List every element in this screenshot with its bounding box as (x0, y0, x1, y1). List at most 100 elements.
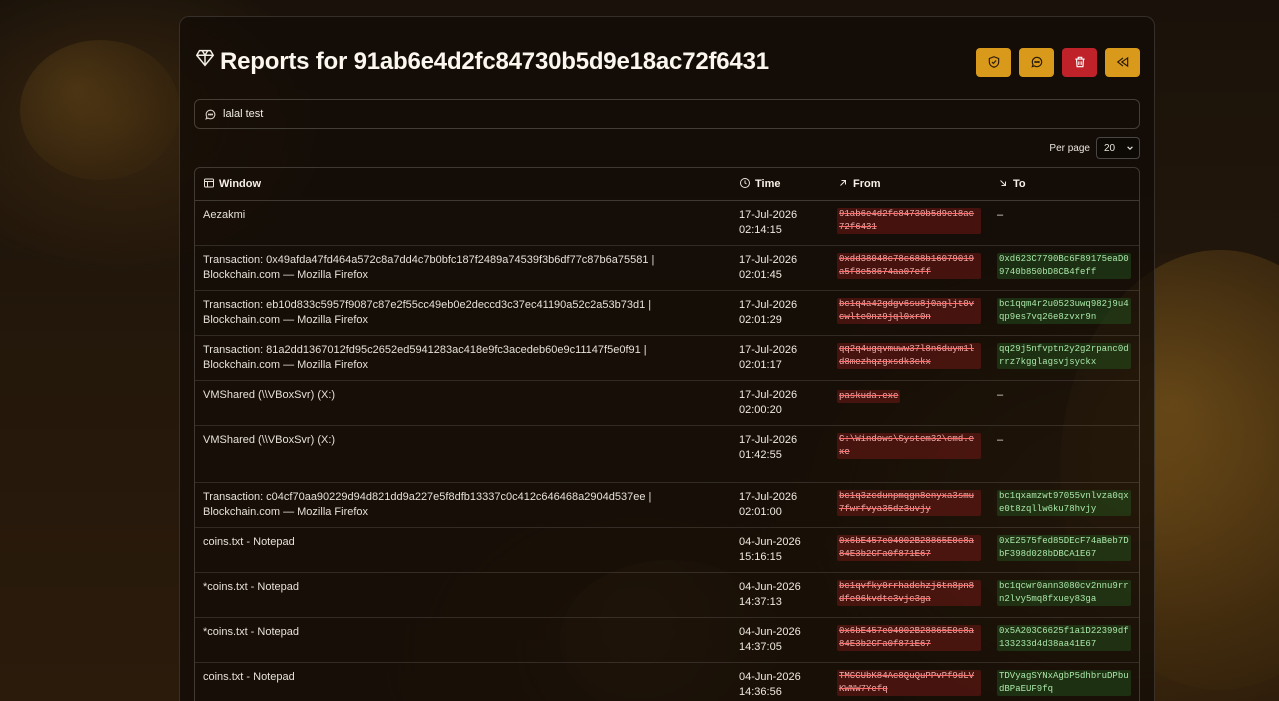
table-row[interactable]: *coins.txt - Notepad 04-Jun-2026 14:37:05… (195, 617, 1139, 663)
to-cell: 0xd623C7790Bc6F89175eaD09740b850bD8CB4fe… (989, 245, 1139, 291)
date-text: 17-Jul-2026 (739, 490, 798, 503)
column-label: From (853, 178, 881, 191)
table-row[interactable]: Transaction: c04cf70aa90229d94d821dd9a22… (195, 482, 1139, 528)
back-icon (1116, 56, 1128, 68)
from-cell: paskuda.exe (829, 380, 989, 426)
table-row[interactable]: VMShared (\\VBoxSvr) (X:) 17-Jul-2026 02:… (195, 380, 1139, 426)
time-text: 14:36:56 (739, 685, 782, 698)
date-text: 04-Jun-2026 (739, 670, 801, 683)
to-cell: – (989, 200, 1139, 246)
arrow-down-right-icon (1000, 180, 1006, 187)
per-page-value: 20 (1104, 142, 1116, 154)
column-header-to[interactable]: To (989, 168, 1139, 201)
comment-text: lalal test (223, 108, 264, 120)
page-header: Reports for 91ab6e4d2fc84730b5d9e18ac72f… (194, 45, 1140, 79)
gem-icon (195, 49, 215, 67)
date-text: 04-Jun-2026 (739, 625, 801, 638)
time-cell: 17-Jul-2026 02:01:17 (731, 335, 829, 381)
date-text: 17-Jul-2026 (739, 208, 798, 221)
time-cell: 17-Jul-2026 01:42:55 (731, 425, 829, 483)
time-text: 02:14:15 (739, 223, 782, 236)
window-cell: Transaction: 81a2dd1367012fd95c2652ed594… (195, 335, 731, 381)
time-text: 02:01:00 (739, 505, 782, 518)
table-row[interactable]: coins.txt - Notepad 04-Jun-2026 14:36:56 … (195, 662, 1139, 701)
table-row[interactable]: coins.txt - Notepad 04-Jun-2026 15:16:15 … (195, 527, 1139, 573)
column-header-time[interactable]: Time (731, 168, 829, 201)
from-address: paskuda.exe (837, 389, 901, 403)
from-address: 0x6bE457e04002B28865E0c8a84E3b2CFa0f871E… (837, 534, 981, 561)
to-address: 0x5A203C6625f1a1D22399df133233d4d38aa41E… (997, 624, 1131, 651)
from-address: bc1q4a42gdgv6su8j0agljt0vcwlte0nz9jql0xr… (837, 297, 981, 324)
table-row[interactable]: Transaction: eb10d833c5957f9087c87e2f55c… (195, 290, 1139, 336)
header-actions (976, 47, 1140, 77)
arrow-up-right-icon (840, 180, 846, 187)
to-cell: – (989, 380, 1139, 426)
time-text: 14:37:05 (739, 640, 782, 653)
time-cell: 17-Jul-2026 02:01:29 (731, 290, 829, 336)
to-address: qq29j5nfvptn2y2g2rpanc0drrz7kgglagsvjsyc… (997, 342, 1131, 369)
chevron-down-icon (1127, 146, 1133, 151)
to-cell: 0x5A203C6625f1a1D22399df133233d4d38aa41E… (989, 617, 1139, 663)
time-cell: 04-Jun-2026 14:37:05 (731, 617, 829, 663)
column-label: Window (219, 178, 262, 191)
to-address: 0xE2575fed85DEcF74aBeb7DbF398d028bDBCA1E… (997, 534, 1131, 561)
to-empty: – (997, 388, 1004, 401)
to-cell: 0xE2575fed85DEcF74aBeb7DbF398d028bDBCA1E… (989, 527, 1139, 573)
to-address: bc1qcwr0ann3080cv2nnu9rrn2lvy5mq8fxuey83… (997, 579, 1131, 606)
message-icon (205, 109, 216, 120)
to-cell: bc1qxamzwt97055vnlvza0qxe0t8zqllw6ku78hv… (989, 482, 1139, 528)
reports-table: Window Time From To Aezakmi 17-Jul-2026 … (194, 167, 1140, 701)
to-address: 0xd623C7790Bc6F89175eaD09740b850bD8CB4fe… (997, 252, 1131, 279)
column-label: Time (755, 178, 781, 191)
column-header-window[interactable]: Window (195, 168, 731, 201)
approve-button[interactable] (976, 47, 1011, 77)
to-address: TDVyagSYNxAgbP5dhbruDPbudBPaEUF9fq (997, 669, 1131, 696)
from-address: qq2q4ugqvmuww37l8n6duym1ld8mezhqzgxsdk3c… (837, 342, 981, 369)
page-title: Reports for 91ab6e4d2fc84730b5d9e18ac72f… (220, 48, 769, 75)
to-cell: – (989, 425, 1139, 483)
time-cell: 04-Jun-2026 14:36:56 (731, 662, 829, 701)
from-address: TMCCUbK84Ac8QuQuPPvPf9dLVKWNW7Yefq (837, 669, 981, 696)
window-icon (204, 178, 214, 188)
time-text: 02:01:29 (739, 313, 782, 326)
time-cell: 17-Jul-2026 02:01:00 (731, 482, 829, 528)
from-cell: 0xdd38048c78c688b16079019a5f8e58674aa07e… (829, 245, 989, 291)
trash-icon (1074, 56, 1085, 68)
to-empty: – (997, 433, 1004, 446)
from-cell: bc1q4a42gdgv6su8j0agljt0vcwlte0nz9jql0xr… (829, 290, 989, 336)
time-cell: 04-Jun-2026 14:37:13 (731, 572, 829, 618)
date-text: 04-Jun-2026 (739, 535, 801, 548)
time-text: 02:00:20 (739, 403, 782, 416)
table-row[interactable]: *coins.txt - Notepad 04-Jun-2026 14:37:13… (195, 572, 1139, 618)
from-address: C:\Windows\System32\cmd.exe (837, 432, 981, 459)
time-text: 14:37:13 (739, 595, 782, 608)
reports-panel: Reports for 91ab6e4d2fc84730b5d9e18ac72f… (179, 16, 1155, 701)
window-cell: *coins.txt - Notepad (195, 617, 731, 663)
window-cell: coins.txt - Notepad (195, 527, 731, 573)
from-address: bc1q3zcdunpmqgn8enyxa3smu7fwrfvya35dz3uv… (837, 489, 981, 516)
window-cell: VMShared (\\VBoxSvr) (X:) (195, 380, 731, 426)
time-text: 15:16:15 (739, 550, 782, 563)
date-text: 17-Jul-2026 (739, 388, 798, 401)
window-cell: VMShared (\\VBoxSvr) (X:) (195, 425, 731, 483)
window-cell: *coins.txt - Notepad (195, 572, 731, 618)
from-address: 0xdd38048c78c688b16079019a5f8e58674aa07e… (837, 252, 981, 279)
comment-button[interactable] (1019, 47, 1054, 77)
delete-button[interactable] (1062, 47, 1097, 77)
table-row[interactable]: Aezakmi 17-Jul-2026 02:14:15 91ab6e4d2fc8… (195, 200, 1139, 246)
from-cell: 0x6bE457e04002B28865E0c8a84E3b2CFa0f871E… (829, 617, 989, 663)
per-page-select[interactable]: 20 (1096, 137, 1140, 159)
time-text: 02:01:45 (739, 268, 782, 281)
time-cell: 17-Jul-2026 02:00:20 (731, 380, 829, 426)
date-text: 17-Jul-2026 (739, 343, 798, 356)
window-cell: Transaction: eb10d833c5957f9087c87e2f55c… (195, 290, 731, 336)
table-row[interactable]: Transaction: 81a2dd1367012fd95c2652ed594… (195, 335, 1139, 381)
from-address: 0x6bE457e04002B28865E0c8a84E3b2CFa0f871E… (837, 624, 981, 651)
column-header-from[interactable]: From (829, 168, 989, 201)
to-address: bc1qxamzwt97055vnlvza0qxe0t8zqllw6ku78hv… (997, 489, 1131, 516)
time-cell: 04-Jun-2026 15:16:15 (731, 527, 829, 573)
from-cell: 0x6bE457e04002B28865E0c8a84E3b2CFa0f871E… (829, 527, 989, 573)
table-row[interactable]: Transaction: 0x49afda47fd464a572c8a7dd4c… (195, 245, 1139, 291)
back-button[interactable] (1105, 47, 1140, 77)
table-row[interactable]: VMShared (\\VBoxSvr) (X:) 17-Jul-2026 01:… (195, 425, 1139, 483)
